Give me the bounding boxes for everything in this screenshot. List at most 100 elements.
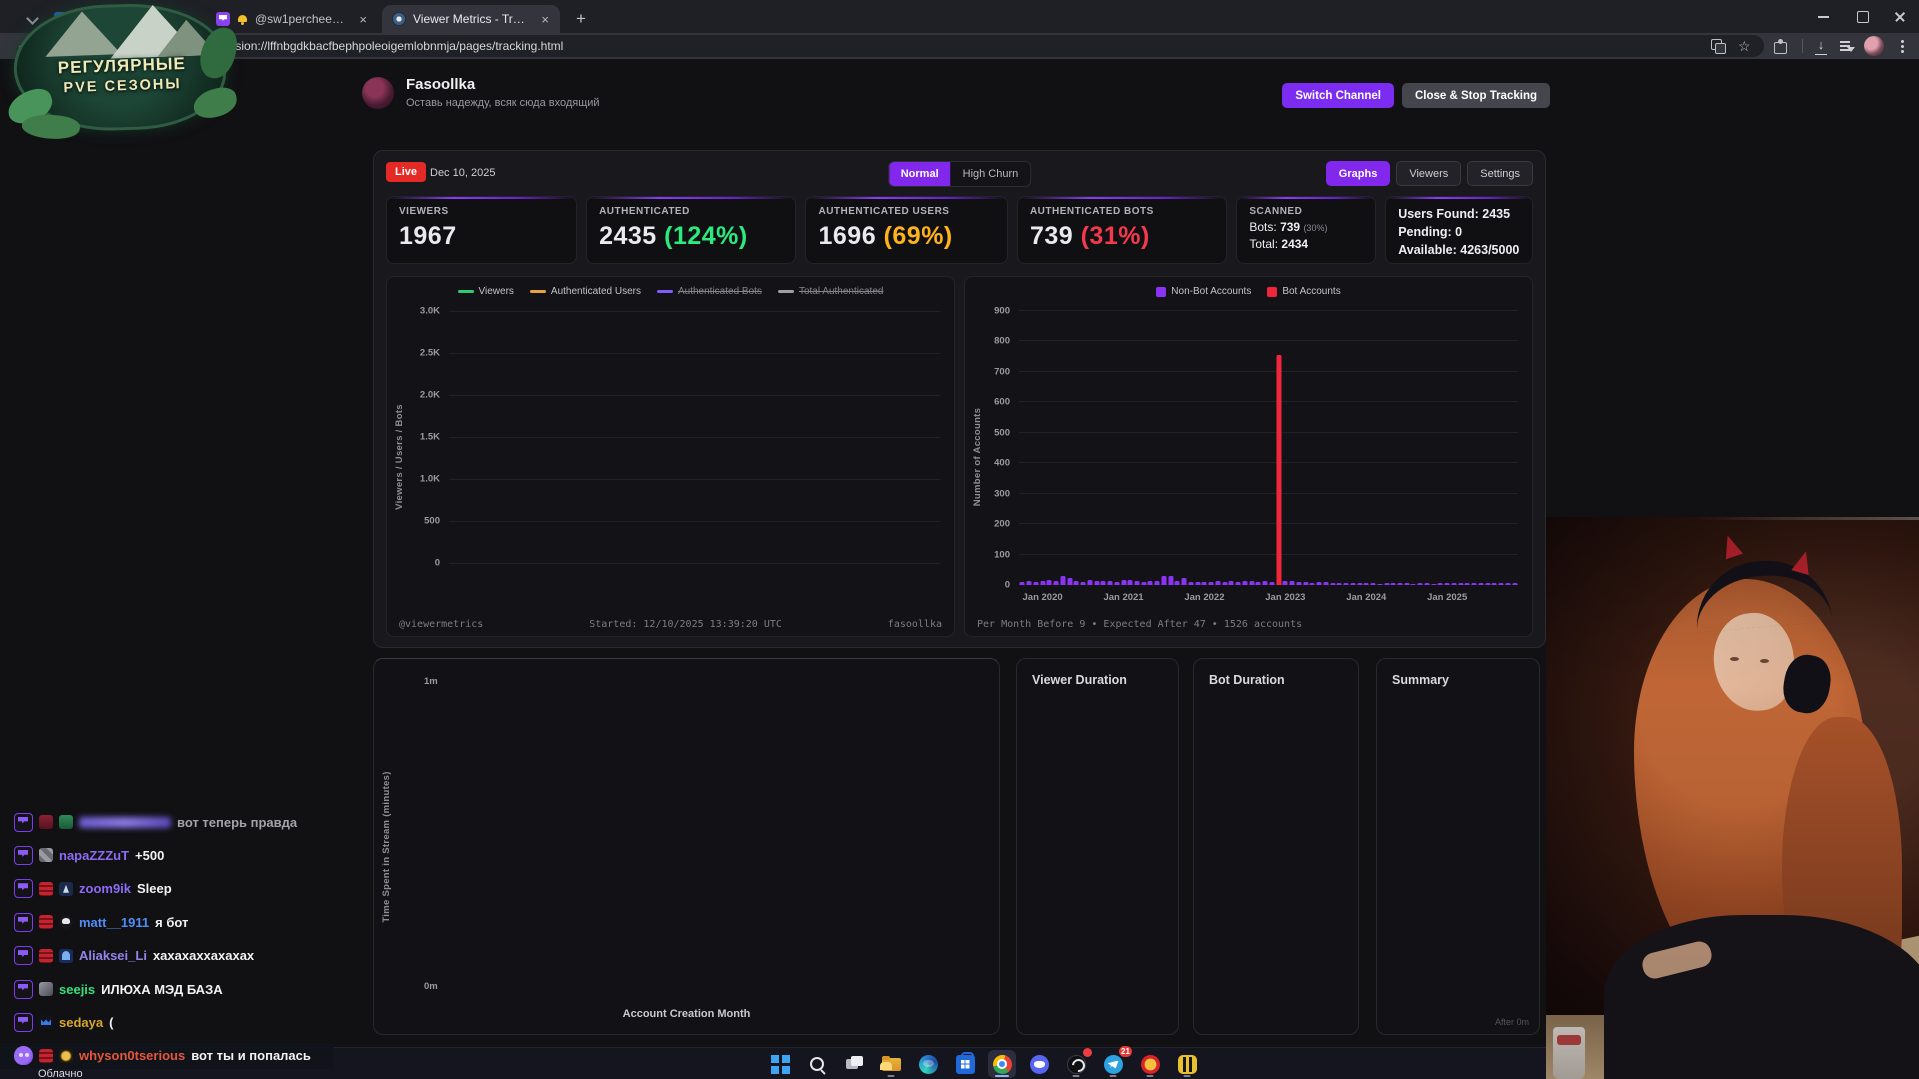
menu-dots-icon[interactable] <box>1894 38 1910 54</box>
live-badge: Live <box>386 162 427 182</box>
window-controls <box>1805 0 1919 33</box>
taskbar-music-app-button[interactable] <box>1136 1050 1164 1078</box>
taskbar-task-view-button[interactable] <box>840 1050 868 1078</box>
taskbar-start-button[interactable] <box>766 1050 794 1078</box>
gridline <box>449 311 940 312</box>
chat-overlay: вот теперь правда napaZZZuT +500 zoom9ik Sle… <box>0 809 520 1079</box>
tab-viewers[interactable]: Viewers <box>1396 161 1462 186</box>
new-tab-button[interactable]: + <box>570 8 592 30</box>
bar <box>1080 581 1086 585</box>
address-bar[interactable]: -extension://lffnbgdkbacfbephpoleoigemlo… <box>54 35 1764 57</box>
gridline <box>1019 401 1518 403</box>
profile-avatar[interactable] <box>1864 36 1884 56</box>
y-tick-label: 300 <box>994 488 1010 500</box>
bar <box>1040 580 1046 585</box>
minimize-icon[interactable] <box>1805 0 1843 33</box>
bar <box>1201 582 1207 585</box>
bar <box>1491 583 1497 585</box>
bar <box>1505 583 1511 585</box>
chat-username[interactable]: zoom9ik <box>79 881 131 896</box>
pixel-badge-icon <box>39 848 53 863</box>
bar <box>1141 581 1147 585</box>
legend-item[interactable]: Authenticated Bots <box>656 286 762 297</box>
tab-list-icon[interactable] <box>1839 38 1855 54</box>
bar <box>1114 581 1120 585</box>
chat-username[interactable] <box>79 816 171 828</box>
bar <box>1249 580 1255 585</box>
chat-username[interactable]: napaZZZuT <box>59 848 129 863</box>
legend-item[interactable]: Viewers <box>457 286 514 297</box>
legend-item[interactable]: Authenticated Users <box>529 286 641 297</box>
bar <box>1350 583 1356 585</box>
x-tick-label: Jan 2023 <box>1265 592 1306 603</box>
legend-item[interactable]: Bot Accounts <box>1267 286 1341 297</box>
tab-close-icon[interactable]: × <box>538 12 552 27</box>
extensions-puzzle-icon[interactable] <box>1772 38 1788 54</box>
taskbar-telegram-button[interactable]: 21 <box>1099 1046 1132 1078</box>
chat-message: matt__1911 я бот <box>14 909 188 935</box>
tab-graphs[interactable]: Graphs <box>1325 161 1391 186</box>
bar <box>1424 583 1430 585</box>
legend-label: Total Authenticated <box>798 286 884 297</box>
y-axis-title: Number of Accounts <box>972 407 983 506</box>
tab-close-icon[interactable]: × <box>356 12 370 27</box>
download-icon[interactable]: ↓ <box>1813 38 1829 55</box>
translate-icon[interactable] <box>1710 38 1726 54</box>
legend-item[interactable]: Total Authenticated <box>777 286 884 297</box>
bar <box>1134 581 1140 585</box>
y-tick-label: 900 <box>994 305 1010 317</box>
chat-username[interactable]: whyson0tserious <box>79 1048 185 1063</box>
chat-text: вот теперь правда <box>177 814 298 830</box>
taskbar-store-button[interactable] <box>951 1050 979 1078</box>
gridline <box>449 353 940 354</box>
stat-card-authenticated: AUTHENTICATED 2435 (124%) <box>586 196 797 264</box>
browser-tab-active[interactable]: Viewer Metrics - Tracking × <box>382 5 560 33</box>
chat-username[interactable]: Aliaksei_Li <box>79 948 147 963</box>
bar <box>1195 581 1201 585</box>
music-app-icon <box>1140 1054 1160 1074</box>
bar <box>1323 582 1329 585</box>
taskbar-search-button[interactable] <box>803 1050 831 1078</box>
y-tick-top: 1m <box>424 676 438 687</box>
bar <box>1235 581 1241 585</box>
bar <box>1067 578 1073 585</box>
search-icon <box>808 1055 827 1074</box>
x-tick-label: Jan 2021 <box>1103 592 1144 603</box>
chat-username[interactable]: sedaya <box>59 1015 103 1030</box>
gold-badge-icon <box>59 1048 73 1063</box>
chat-text: ИЛЮХА МЭД БАЗА <box>101 981 223 997</box>
bookmark-star-icon[interactable]: ☆ <box>1738 38 1754 54</box>
obs-icon <box>1066 1054 1086 1074</box>
stat-card-users-found: Users Found: 2435 Pending: 0 Available: … <box>1385 196 1534 264</box>
close-stop-tracking-button[interactable]: Close & Stop Tracking <box>1401 83 1550 108</box>
bar <box>1336 582 1342 585</box>
gridline <box>1019 310 1518 311</box>
switch-channel-button[interactable]: Switch Channel <box>1282 83 1394 108</box>
y-tick-label: 1.5K <box>419 431 440 443</box>
legend-item[interactable]: Non-Bot Accounts <box>1156 286 1251 297</box>
taskbar-obs-button[interactable] <box>1062 1048 1092 1078</box>
chat-username[interactable]: seejis <box>59 982 95 997</box>
line-chart-footer: @viewermetrics Started: 12/10/2025 13:39… <box>399 619 942 630</box>
bar <box>1100 581 1106 585</box>
taskbar-headset-button[interactable] <box>1173 1050 1201 1078</box>
mode-normal[interactable]: Normal <box>888 162 951 186</box>
maximize-icon[interactable] <box>1843 0 1881 33</box>
tab-settings[interactable]: Settings <box>1467 161 1533 186</box>
found-line: Available: 4263/5000 <box>1398 243 1520 258</box>
taskbar-file-explorer-button[interactable] <box>877 1050 905 1078</box>
chat-username[interactable]: matt__1911 <box>79 915 149 930</box>
bar <box>1073 581 1079 585</box>
taskbar-chrome-button[interactable] <box>988 1050 1016 1078</box>
bat-badge-icon <box>39 1015 53 1030</box>
mode-high-churn[interactable]: High Churn <box>951 162 1031 186</box>
telegram-icon <box>1103 1054 1123 1074</box>
bar <box>1019 581 1025 585</box>
taskbar-discord-button[interactable] <box>1025 1050 1053 1078</box>
close-window-icon[interactable] <box>1881 0 1919 33</box>
y-tick-label: 0 <box>1004 579 1010 591</box>
running-indicator <box>1072 1074 1080 1077</box>
notification-dot <box>1083 1048 1092 1057</box>
taskbar-edge-button[interactable] <box>914 1050 942 1078</box>
twitch-icon <box>14 845 33 865</box>
